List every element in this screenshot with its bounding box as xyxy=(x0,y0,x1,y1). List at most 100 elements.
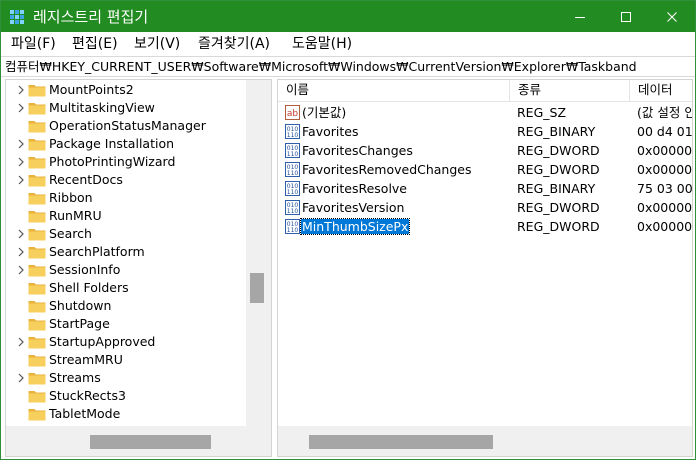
value-name[interactable]: FavoritesChanges xyxy=(301,143,414,158)
value-name[interactable]: (기본값) xyxy=(301,105,347,120)
value-row[interactable]: 010110FavoritesVersion REG_DWORD 0x0000000 xyxy=(278,198,693,217)
svg-text:110: 110 xyxy=(287,227,299,234)
value-data: 0x000003 xyxy=(637,219,693,234)
chevron-right-icon[interactable] xyxy=(16,85,26,95)
menu-edit[interactable]: 편집(E) xyxy=(72,36,118,52)
minimize-button[interactable] xyxy=(557,1,603,32)
svg-text:110: 110 xyxy=(287,132,299,139)
chevron-right-icon[interactable] xyxy=(16,373,26,383)
tree-item[interactable]: OperationStatusManager xyxy=(6,117,246,135)
value-type: REG_SZ xyxy=(517,105,567,120)
menu-file[interactable]: 파일(F) xyxy=(11,36,56,52)
tree-vertical-scrollbar[interactable] xyxy=(246,80,271,426)
column-header-data[interactable]: 데이터 xyxy=(630,80,692,102)
maximize-button[interactable] xyxy=(603,1,649,32)
tree-item[interactable]: MultitaskingView xyxy=(6,99,246,117)
binary-value-icon: 010110 xyxy=(285,181,300,196)
value-row[interactable]: 010110Favorites REG_BINARY 00 d4 01 00 xyxy=(278,122,692,141)
binary-value-icon: 010110 xyxy=(285,162,300,177)
chevron-right-icon[interactable] xyxy=(16,103,26,113)
value-name[interactable]: Favorites xyxy=(301,124,359,139)
tree-item[interactable]: SessionInfo xyxy=(6,261,246,279)
maximize-icon xyxy=(621,11,631,22)
tree-item[interactable]: Package Installation xyxy=(6,135,246,153)
list-horizontal-scroll-thumb[interactable] xyxy=(309,435,493,449)
tree-item-label: Search xyxy=(49,226,92,241)
value-name[interactable]: FavoritesResolve xyxy=(301,181,408,196)
svg-text:ab: ab xyxy=(287,109,299,119)
tree-item[interactable]: MountPoints2 xyxy=(6,81,246,99)
value-row[interactable]: 010 110 FavoritesRemovedChanges REG_DWORD 0x… xyxy=(278,160,692,179)
values-list-pane[interactable]: 이름 종류 데이터 ab(기본값)REG_SZ(값 설정 안 됨)010110F… xyxy=(277,79,693,457)
tree-item-label: StartPage xyxy=(49,316,110,331)
minimize-icon xyxy=(575,16,585,18)
tree-item[interactable]: Search xyxy=(6,225,246,243)
tree-item[interactable]: Shutdown xyxy=(6,297,246,315)
svg-text:110: 110 xyxy=(287,208,299,215)
folder-icon xyxy=(28,175,46,187)
column-header-type[interactable]: 종류 xyxy=(510,80,630,102)
chevron-right-icon[interactable] xyxy=(16,139,26,149)
tree-item[interactable]: StreamMRU xyxy=(6,351,246,369)
chevron-right-icon[interactable] xyxy=(16,157,26,167)
folder-icon xyxy=(28,85,46,97)
column-header-name[interactable]: 이름 xyxy=(278,80,510,102)
key-tree-pane[interactable]: MountPoints2 MultitaskingView OperationSta… xyxy=(5,79,272,457)
tree-item[interactable]: RecentDocs xyxy=(6,171,246,189)
tree-item-label: Shell Folders xyxy=(49,280,129,295)
value-row[interactable]: 010 110 FavoritesResolve REG_BINARY 75 03 00… xyxy=(278,179,692,198)
tree-item[interactable]: TabletMode xyxy=(6,405,246,423)
tree-item-label: MountPoints2 xyxy=(49,82,134,97)
tree-item-label: SearchPlatform xyxy=(49,244,145,259)
folder-icon xyxy=(28,265,46,277)
chevron-right-icon[interactable] xyxy=(16,265,26,275)
value-type: REG_BINARY xyxy=(517,181,596,196)
value-type: REG_BINARY xyxy=(517,124,596,139)
folder-icon xyxy=(28,409,46,421)
list-horizontal-scrollbar[interactable] xyxy=(278,426,692,456)
tree-vertical-scroll-thumb[interactable] xyxy=(250,273,264,303)
registry-editor-icon xyxy=(10,10,24,24)
chevron-right-icon[interactable] xyxy=(16,229,26,239)
close-button[interactable] xyxy=(649,1,695,32)
svg-text:110: 110 xyxy=(287,151,299,158)
tree-item[interactable]: Ribbon xyxy=(6,189,246,207)
value-row[interactable]: ab(기본값) REG_SZ (값 설정 안 됨) xyxy=(278,103,692,122)
value-data: 0x0000000 xyxy=(637,200,693,215)
value-name[interactable]: FavoritesVersion xyxy=(301,200,405,215)
tree-item-label: Ribbon xyxy=(49,190,93,205)
chevron-right-icon[interactable] xyxy=(16,247,26,257)
tree-item[interactable]: StuckRects3 xyxy=(6,387,246,405)
binary-value-icon: 010110 xyxy=(285,143,300,158)
menu-view[interactable]: 보기(V) xyxy=(134,36,180,52)
value-name[interactable]: FavoritesRemovedChanges xyxy=(301,162,473,177)
address-path[interactable]: 컴퓨터₩HKEY_CURRENT_USER₩Software₩Microsoft… xyxy=(5,59,637,74)
value-row[interactable]: 010110MinThumbSizePx REG_DWORD 0x000003 xyxy=(278,217,693,236)
tree-item[interactable]: Shell Folders xyxy=(6,279,246,297)
folder-icon xyxy=(28,283,46,295)
folder-icon xyxy=(28,337,46,349)
value-type: REG_DWORD xyxy=(517,162,600,177)
menu-help[interactable]: 도움말(H) xyxy=(292,36,352,52)
tree-item[interactable]: RunMRU xyxy=(6,207,246,225)
folder-icon xyxy=(28,319,46,331)
chevron-right-icon[interactable] xyxy=(16,175,26,185)
chevron-right-icon[interactable] xyxy=(16,337,26,347)
tree-item[interactable]: PhotoPrintingWizard xyxy=(6,153,246,171)
title-bar[interactable]: 레지스트리 편집기 xyxy=(1,1,695,32)
tree-horizontal-scroll-thumb[interactable] xyxy=(90,435,211,449)
tree-item[interactable]: StartupApproved xyxy=(6,333,246,351)
tree-item-label: StreamMRU xyxy=(49,352,123,367)
tree-horizontal-scrollbar[interactable] xyxy=(6,426,271,456)
value-name[interactable]: MinThumbSizePx xyxy=(299,218,411,235)
string-value-icon: ab xyxy=(285,105,300,120)
value-data: (값 설정 안 됨) xyxy=(637,105,692,120)
menu-favorites[interactable]: 즐겨찾기(A) xyxy=(198,36,270,52)
folder-icon xyxy=(28,157,46,169)
window-title: 레지스트리 편집기 xyxy=(33,8,149,26)
tree-item[interactable]: Streams xyxy=(6,369,246,387)
value-row[interactable]: 010110FavoritesChanges REG_DWORD 0x0000000 xyxy=(278,141,692,160)
tree-item[interactable]: StartPage xyxy=(6,315,246,333)
address-bar[interactable]: 컴퓨터₩HKEY_CURRENT_USER₩Software₩Microsoft… xyxy=(1,56,695,77)
tree-item[interactable]: SearchPlatform xyxy=(6,243,246,261)
